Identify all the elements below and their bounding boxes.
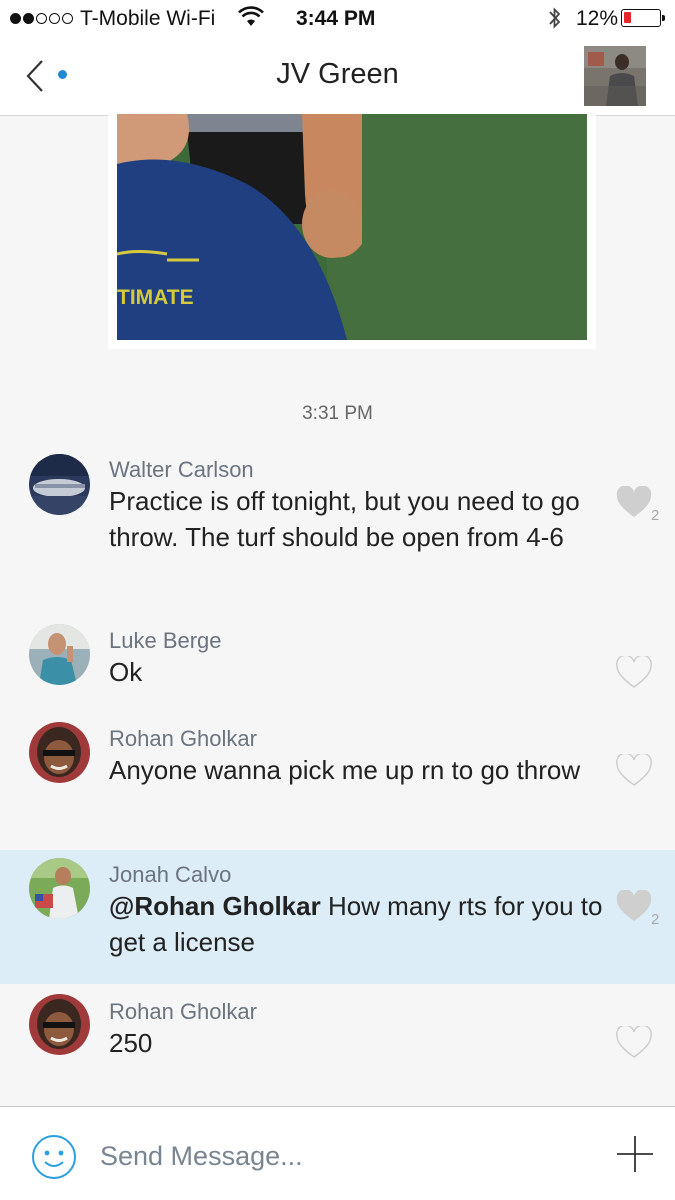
smiley-icon [32, 1135, 76, 1179]
shared-photo[interactable]: TIMATE [108, 114, 596, 349]
sender-name: Walter Carlson [109, 457, 254, 482]
like-button[interactable] [616, 485, 656, 522]
carrier-name: T-Mobile Wi-Fi [80, 7, 216, 30]
like-button[interactable] [616, 889, 656, 926]
group-title: JV Green [276, 58, 399, 90]
like-button[interactable] [616, 654, 656, 692]
sender-name: Rohan Gholkar [109, 726, 257, 751]
avatar[interactable] [29, 994, 90, 1055]
add-attachment-button[interactable] [615, 1134, 655, 1174]
clock: 3:44 PM [296, 7, 376, 30]
message-feed[interactable]: TIMATE 3:31 PM Walter Carlson Practice i… [0, 114, 675, 1106]
avatar[interactable] [29, 858, 90, 919]
plus-icon [617, 1136, 653, 1172]
signal-strength-icon [10, 13, 73, 24]
like-button[interactable] [616, 752, 656, 790]
avatar[interactable] [29, 454, 90, 515]
like-count: 2 [651, 911, 660, 928]
heart-icon [616, 1024, 652, 1058]
group-avatar[interactable] [584, 46, 646, 106]
avatar[interactable] [29, 624, 90, 685]
heart-icon [616, 654, 652, 688]
like-count: 2 [651, 507, 660, 524]
message-composer [0, 1106, 675, 1200]
message-input[interactable] [100, 1133, 580, 1179]
list-item-mentioned: Jonah Calvo @Rohan Gholkar How many rts … [0, 850, 675, 984]
message-text: 250 [109, 1028, 153, 1058]
message-text: Ok [109, 657, 143, 687]
like-button[interactable] [616, 1024, 656, 1062]
chat-header: JV Green [0, 38, 675, 116]
battery-percent: 12% [576, 7, 619, 30]
message-text: Practice is off tonight, but you need to… [109, 486, 580, 552]
list-item: Rohan Gholkar Anyone wanna pick me up rn… [0, 714, 675, 832]
sender-name: Rohan Gholkar [109, 999, 257, 1024]
list-item: Walter Carlson Practice is off tonight, … [0, 446, 675, 596]
heart-icon [616, 752, 652, 786]
sender-name: Jonah Calvo [109, 862, 232, 887]
shirt-text: TIMATE [117, 286, 194, 309]
wifi-icon [238, 6, 264, 34]
photo-image: TIMATE [117, 114, 587, 340]
heart-icon [616, 485, 652, 517]
message-text: @Rohan Gholkar How many rts for you to g… [109, 888, 609, 960]
heart-icon [616, 889, 652, 921]
mention[interactable]: @Rohan Gholkar [109, 891, 321, 921]
message-timestamp: 3:31 PM [302, 403, 373, 424]
emoji-button[interactable] [30, 1133, 78, 1181]
list-item: Luke Berge Ok [0, 616, 675, 696]
list-item: Rohan Gholkar 250 [0, 986, 675, 1076]
avatar[interactable] [29, 722, 90, 783]
status-bar: T-Mobile Wi-Fi 3:44 PM 12% [0, 0, 675, 38]
message-text: Anyone wanna pick me up rn to go throw [109, 755, 581, 785]
battery-icon [621, 9, 665, 27]
bluetooth-icon [546, 5, 564, 37]
sender-name: Luke Berge [109, 628, 222, 653]
